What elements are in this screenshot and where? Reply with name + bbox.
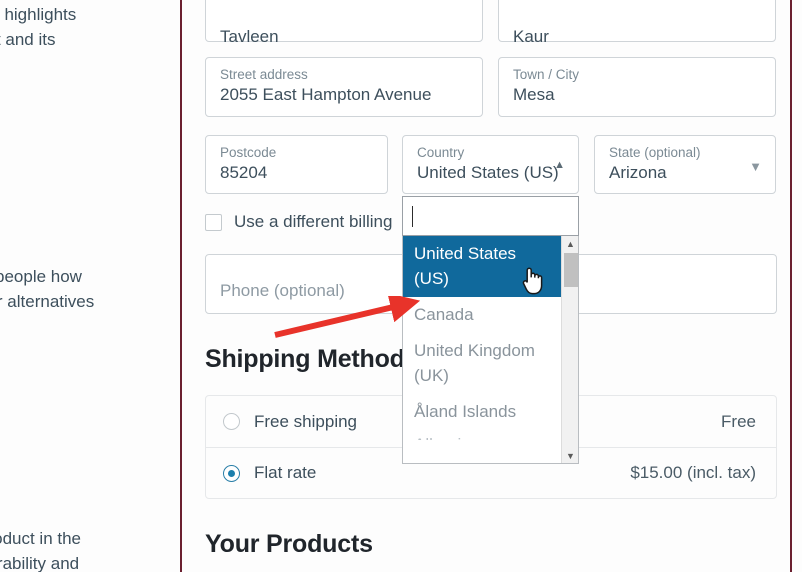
country-search-input[interactable] (402, 196, 579, 236)
left-text-column: ich highlights uct and its ls people how… (0, 0, 180, 572)
state-value: Arizona (609, 163, 667, 182)
checkout-screenshot: ich highlights uct and its ls people how… (0, 0, 802, 572)
shipping-method-heading: Shipping Method (205, 345, 405, 373)
caret-up-icon: ▲ (554, 159, 565, 171)
left-text-fragment-3: product in the durability and (0, 529, 82, 572)
country-option-aland-islands[interactable]: Åland Islands (403, 394, 561, 430)
street-address-label: Street address (220, 67, 308, 82)
checkout-form-panel: First name Tavleen Last name Kaur Street… (182, 0, 790, 572)
country-option-list[interactable]: United States (US) Canada United Kingdom… (402, 236, 579, 464)
billing-checkbox-label: Use a different billing (234, 212, 393, 231)
state-label: State (optional) (609, 145, 701, 160)
country-option-canada[interactable]: Canada (403, 297, 561, 333)
shipping-method-price: $15.00 (incl. tax) (630, 463, 756, 482)
shipping-method-name: Free shipping (254, 411, 358, 431)
postcode-value: 85204 (220, 163, 268, 182)
country-option-partial[interactable]: Albania (403, 430, 561, 440)
town-city-value: Mesa (513, 85, 555, 104)
country-option-united-states[interactable]: United States (US) (403, 236, 561, 297)
first-name-value: Tavleen (220, 27, 279, 46)
street-address-value: 2055 East Hampton Avenue (220, 85, 432, 104)
your-products-heading: Your Products (205, 530, 373, 558)
billing-checkbox-row[interactable]: Use a different billing (205, 212, 392, 232)
text-caret (412, 206, 413, 227)
state-select[interactable]: State (optional) Arizona ▼ (594, 135, 776, 194)
left-text-fragment-1: ich highlights uct and its (0, 5, 77, 49)
country-label: Country (417, 145, 465, 160)
postcode-field[interactable]: Postcode 85204 (205, 135, 388, 194)
triangle-up-icon[interactable]: ▲ (562, 236, 578, 251)
town-city-label: Town / City (513, 67, 580, 82)
shipping-method-price: Free (721, 411, 756, 431)
street-address-field[interactable]: Street address 2055 East Hampton Avenue (205, 57, 483, 117)
radio-free-shipping[interactable] (223, 413, 240, 430)
billing-checkbox[interactable] (205, 213, 222, 231)
radio-flat-rate[interactable] (223, 464, 240, 482)
country-option-united-kingdom[interactable]: United Kingdom (UK) (403, 333, 561, 394)
country-value: United States (US) (417, 163, 559, 182)
first-name-field[interactable]: First name Tavleen (205, 0, 483, 46)
country-dropdown-popup[interactable]: United States (US) Canada United Kingdom… (402, 196, 579, 464)
scrollbar-thumb[interactable] (564, 253, 578, 287)
left-text-fragment-2: ls people how her alternatives (0, 267, 95, 311)
last-name-value: Kaur (513, 27, 549, 46)
caret-down-icon: ▼ (749, 159, 762, 174)
postcode-label: Postcode (220, 145, 277, 160)
dropdown-scrollbar[interactable]: ▲ ▼ (561, 236, 578, 463)
shipping-method-name: Flat rate (254, 463, 317, 482)
last-name-field[interactable]: Last name Kaur (498, 0, 776, 46)
town-city-field[interactable]: Town / City Mesa (498, 57, 776, 117)
country-option-items: United States (US) Canada United Kingdom… (403, 236, 561, 463)
panel-right-border (790, 0, 792, 572)
triangle-down-icon[interactable]: ▼ (562, 448, 578, 463)
country-select[interactable]: Country United States (US) ▲ (402, 135, 579, 194)
